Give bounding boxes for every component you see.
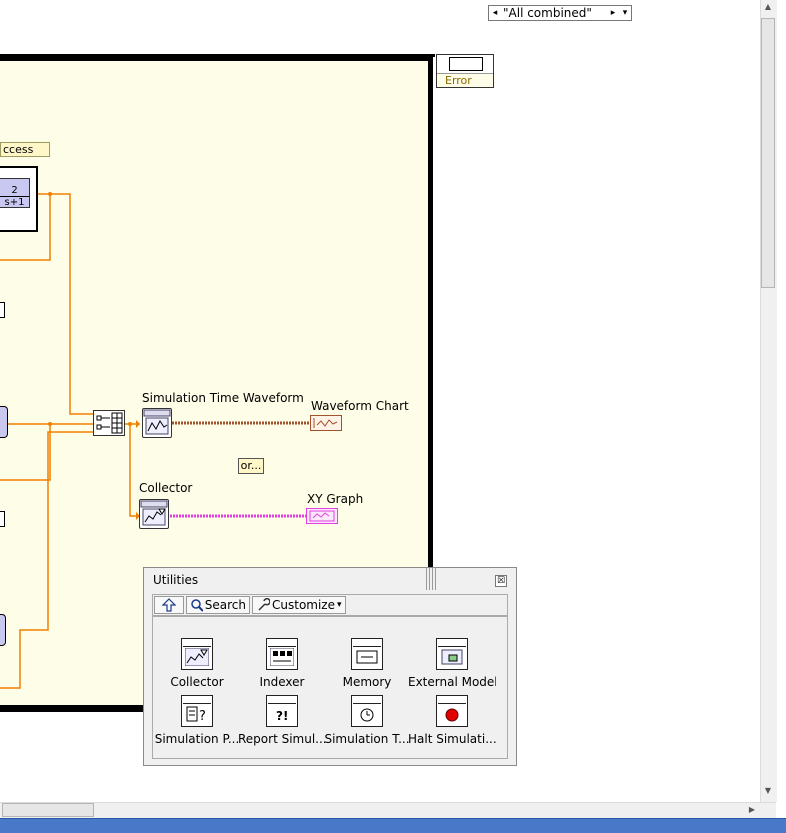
sim-time-waveform-node[interactable] [142, 408, 172, 438]
terminal-stub[interactable] [0, 302, 5, 318]
sim-time-waveform-label: Simulation Time Waveform [142, 391, 304, 405]
build-array-node[interactable] [93, 410, 125, 436]
palette-item-label: External Model [408, 675, 496, 689]
palette-item-memory[interactable]: Memory [323, 638, 411, 689]
search-label: Search [204, 598, 246, 612]
palette-title: Utilities [153, 573, 199, 587]
scroll-up-icon[interactable]: ▲ [762, 2, 774, 11]
palette-item-halt-simulation[interactable]: Halt Simulati... [408, 695, 496, 746]
up-arrow-icon [162, 598, 176, 612]
palette-item-external-model[interactable]: External Model [408, 638, 496, 689]
search-button[interactable]: Search [186, 596, 250, 614]
wire-arrow [136, 420, 140, 428]
vertical-scroll-thumb[interactable] [761, 18, 775, 288]
waveform-chart-terminal[interactable] [310, 415, 342, 431]
collector-icon [140, 500, 168, 526]
palette-toolbar: Search Customize ▾ [152, 594, 508, 616]
palette-item-label: Halt Simulati... [408, 732, 496, 746]
wire-junction [128, 422, 132, 426]
palette-item-collector[interactable]: Collector [153, 638, 241, 689]
subsystem-node[interactable]: 2 s+1 [0, 166, 38, 232]
collector-label: Collector [139, 481, 193, 495]
halt-simulation-icon [436, 695, 468, 727]
window-bottom-edge [0, 818, 786, 833]
indexer-icon [266, 638, 298, 670]
or-comment[interactable]: or... [238, 458, 264, 474]
drag-handle[interactable] [426, 568, 436, 590]
input-node[interactable] [0, 406, 8, 438]
collector-icon [181, 638, 213, 670]
collector-node[interactable] [139, 499, 169, 529]
palette-item-label: Collector [170, 675, 224, 689]
report-simulation-error-icon: ?! [266, 695, 298, 727]
chevron-down-icon: ▾ [337, 600, 342, 610]
waveform-icon [143, 409, 171, 435]
wrench-icon [258, 598, 270, 611]
wire [0, 431, 94, 689]
palette-item-label: Report Simul... [238, 732, 326, 746]
tf-numerator: 2 [11, 185, 18, 196]
search-icon [191, 599, 203, 612]
waveform-chart-label: Waveform Chart [311, 399, 409, 413]
palette-item-label: Indexer [259, 675, 305, 689]
svg-text:?!: ?! [276, 709, 288, 723]
palette-item-simulation-time[interactable]: Simulation T... [323, 695, 411, 746]
customize-button[interactable]: Customize ▾ [252, 596, 346, 614]
xy-graph-label: XY Graph [307, 492, 364, 506]
svg-text:?: ? [199, 709, 206, 723]
customize-label: Customize [272, 598, 335, 612]
simulation-parameters-icon: ? [181, 695, 213, 727]
xy-graph-icon [309, 510, 335, 522]
horizontal-scroll-thumb[interactable] [2, 803, 94, 817]
terminal-stub[interactable] [0, 511, 5, 527]
palette-item-label: Simulation P... [154, 732, 240, 746]
tf-denominator: s+1 [0, 196, 29, 208]
palette-item-indexer[interactable]: Indexer [238, 638, 326, 689]
grid-icon [96, 412, 123, 434]
palette-item-label: Memory [342, 675, 392, 689]
wire-junction [48, 422, 52, 426]
utilities-palette[interactable]: Utilities ☒ Search Customize ▾ Collector… [143, 567, 517, 766]
external-model-icon [436, 638, 468, 670]
xy-graph-terminal[interactable] [306, 508, 338, 524]
transfer-function-node[interactable]: 2 s+1 [0, 178, 30, 208]
horizontal-scrollbar[interactable] [0, 802, 776, 819]
memory-icon [351, 638, 383, 670]
process-label: ccess [0, 142, 50, 157]
palette-item-simulation-parameters[interactable]: ? Simulation P... [153, 695, 241, 746]
chart-icon [313, 418, 338, 428]
palette-item-report-simulation-error[interactable]: ?! Report Simul... [238, 695, 326, 746]
input-node[interactable] [0, 614, 6, 646]
simulation-time-icon [351, 695, 383, 727]
palette-item-label: Simulation T... [324, 732, 410, 746]
block-diagram-canvas[interactable]: ◂ "All combined" ▸ ▾ Error ccess 2 s+1 S… [0, 0, 760, 802]
scroll-right-icon[interactable]: ▶ [746, 805, 758, 814]
wire-junction [48, 192, 52, 196]
palette-items: Collector Indexer Memory External Model … [152, 616, 508, 759]
scroll-down-icon[interactable]: ▼ [762, 786, 774, 795]
up-button[interactable] [154, 596, 184, 614]
wire [30, 193, 94, 415]
close-icon[interactable]: ☒ [495, 575, 507, 587]
